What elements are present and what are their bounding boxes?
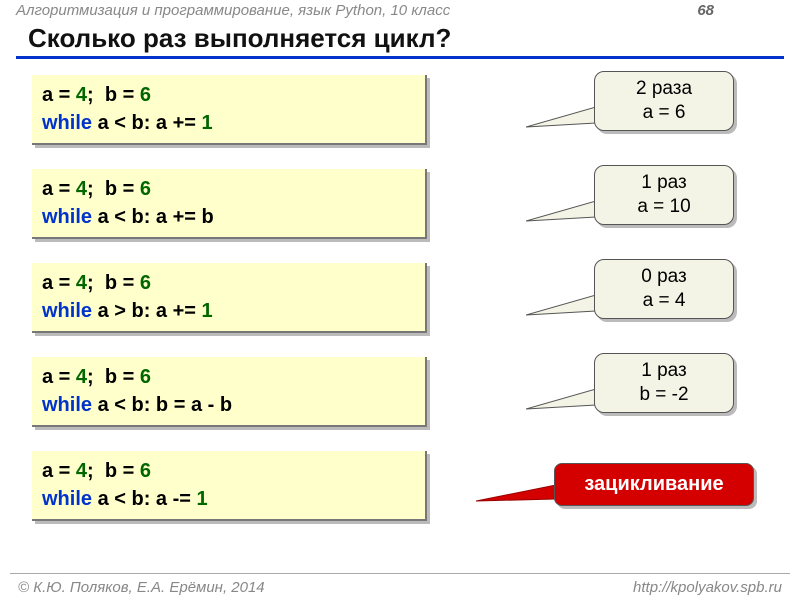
- course-label: Алгоритмизация и программирование, язык …: [16, 2, 450, 19]
- answer-line1: 1 раз: [599, 359, 729, 383]
- code-box: a = 4; b = 6 while a < b: b = a - b: [32, 357, 427, 427]
- answer-callout: 1 раз b = -2: [594, 353, 734, 413]
- code-box: a = 4; b = 6 while a < b: a += 1: [32, 75, 427, 145]
- footer-divider: [10, 573, 790, 574]
- example-row: a = 4; b = 6 while a < b: a -= 1 зацикли…: [32, 445, 784, 529]
- slide-footer: © К.Ю. Поляков, Е.А. Ерёмин, 2014 http:/…: [0, 579, 800, 596]
- callout-tail: [526, 107, 596, 133]
- example-row: a = 4; b = 6 while a > b: a += 1 0 раз a…: [32, 257, 784, 341]
- answer-line2: a = 10: [599, 195, 729, 219]
- answer-line1: 2 раза: [599, 77, 729, 101]
- answer-callout: 0 раз a = 4: [594, 259, 734, 319]
- example-row: a = 4; b = 6 while a < b: a += b 1 раз a…: [32, 163, 784, 247]
- code-box: a = 4; b = 6 while a < b: a += b: [32, 169, 427, 239]
- example-row: a = 4; b = 6 while a < b: b = a - b 1 ра…: [32, 351, 784, 435]
- answer-line1: 0 раз: [599, 265, 729, 289]
- answer-callout-warning: зацикливание: [554, 463, 754, 506]
- callout-tail: [476, 485, 556, 509]
- example-row: a = 4; b = 6 while a < b: a += 1 2 раза …: [32, 69, 784, 153]
- page-number: 68: [697, 2, 714, 19]
- answer-callout: 2 раза a = 6: [594, 71, 734, 131]
- answer-line1: зацикливание: [559, 472, 749, 497]
- copyright-text: © К.Ю. Поляков, Е.А. Ерёмин, 2014: [18, 579, 265, 596]
- callout-tail: [526, 295, 596, 321]
- slide-header: Алгоритмизация и программирование, язык …: [0, 0, 800, 19]
- code-box: a = 4; b = 6 while a > b: a += 1: [32, 263, 427, 333]
- callout-tail: [526, 201, 596, 227]
- slide-body: a = 4; b = 6 while a < b: a += 1 2 раза …: [0, 69, 800, 529]
- answer-line2: a = 4: [599, 289, 729, 313]
- answer-line2: a = 6: [599, 101, 729, 125]
- answer-line1: 1 раз: [599, 171, 729, 195]
- answer-line2: b = -2: [599, 383, 729, 407]
- title-underline: [16, 56, 784, 59]
- slide-title: Сколько раз выполняется цикл?: [28, 23, 784, 54]
- code-box: a = 4; b = 6 while a < b: a -= 1: [32, 451, 427, 521]
- callout-tail: [526, 389, 596, 415]
- answer-callout: 1 раз a = 10: [594, 165, 734, 225]
- footer-url: http://kpolyakov.spb.ru: [633, 579, 782, 596]
